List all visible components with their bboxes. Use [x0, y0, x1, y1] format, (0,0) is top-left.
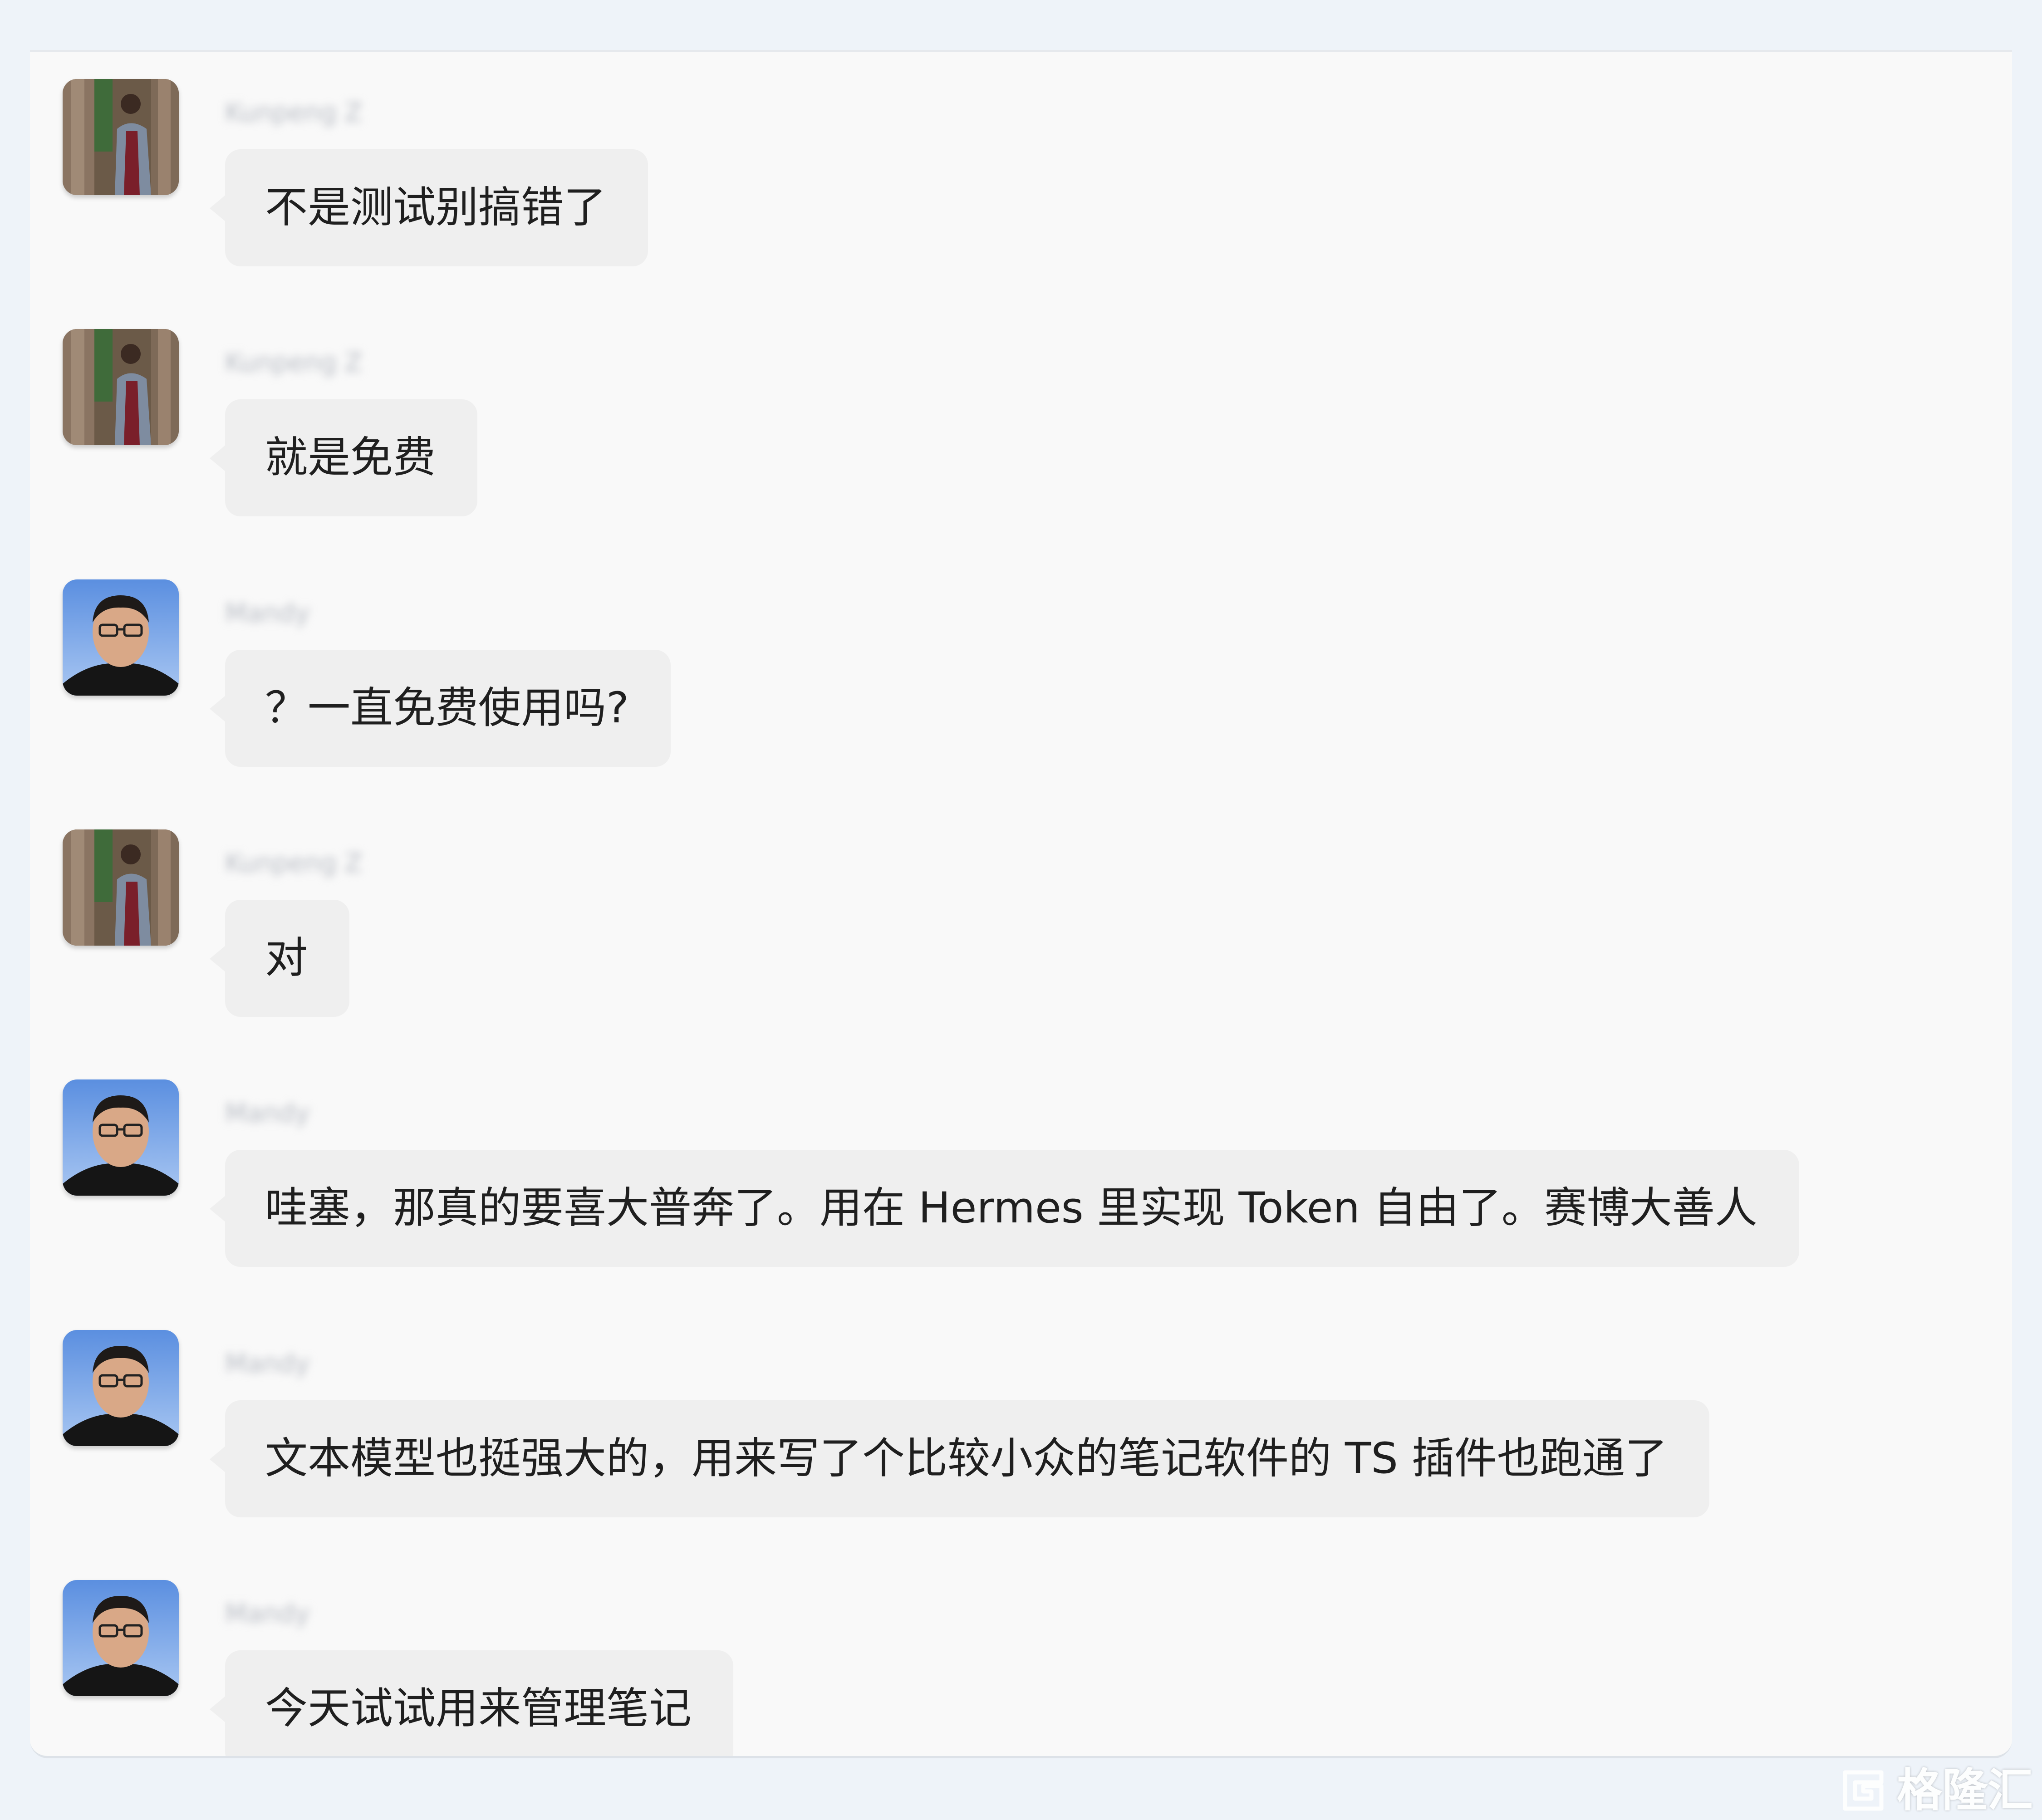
message-bubble[interactable]: ？一直免费使用吗?	[210, 650, 671, 767]
message-bubble[interactable]: 对	[209, 900, 350, 1017]
sender-name: Kunpeng Z	[225, 348, 363, 378]
avatar[interactable]	[63, 1330, 179, 1446]
sender-name: Mandy	[225, 598, 310, 628]
message-item: Kunpeng Z 就是免费	[30, 293, 2012, 516]
message-item: Mandy 哇塞，那真的要喜大普奔了。用在 Hermes 里实现 Token 自…	[30, 1043, 2012, 1267]
message-bubble[interactable]: 哇塞，那真的要喜大普奔了。用在 Hermes 里实现 Token 自由了。赛博大…	[210, 1150, 1799, 1267]
message-item: Kunpeng Z 不是测试别搞错了	[30, 52, 2012, 266]
man-portrait-icon	[63, 1079, 179, 1196]
avatar[interactable]	[63, 79, 179, 195]
message-bubble[interactable]: 今天试试用来管理笔记	[209, 1650, 734, 1756]
avatar[interactable]	[63, 829, 179, 946]
man-portrait-icon	[63, 579, 179, 696]
avatar[interactable]	[63, 1580, 179, 1696]
avatar[interactable]	[63, 329, 179, 445]
sender-name: Kunpeng Z	[225, 849, 363, 878]
man-with-glasses-portrait-icon	[63, 829, 179, 946]
message-item: Mandy 今天试试用来管理笔记	[30, 1544, 2012, 1756]
gelonghui-logo-icon	[1843, 1770, 1884, 1811]
watermark: 格隆汇	[1836, 1761, 2033, 1820]
sender-name: Mandy	[225, 1599, 310, 1629]
sender-name: Kunpeng Z	[225, 98, 363, 128]
message-item: Mandy ？一直免费使用吗?	[30, 543, 2012, 767]
man-with-glasses-portrait-icon	[63, 329, 179, 445]
sender-name: Mandy	[225, 1349, 310, 1378]
man-portrait-icon	[63, 1580, 179, 1696]
man-with-glasses-portrait-icon	[63, 79, 179, 195]
message-bubble[interactable]: 文本模型也挺强大的，用来写了个比较小众的笔记软件的 TS 插件也跑通了	[210, 1400, 1709, 1517]
watermark-text: 格隆汇	[1897, 1764, 2033, 1817]
message-item: Kunpeng Z 对	[30, 793, 2012, 1017]
message-bubble[interactable]: 就是免费	[209, 399, 478, 516]
message-item: Mandy 文本模型也挺强大的，用来写了个比较小众的笔记软件的 TS 插件也跑通…	[30, 1294, 2012, 1517]
chat-window: Kunpeng Z 不是测试别搞错了 Kunpeng Z 就是免费 Mandy …	[30, 50, 2012, 1758]
message-bubble[interactable]: 不是测试别搞错了	[209, 149, 648, 266]
sender-name: Mandy	[225, 1099, 310, 1128]
avatar[interactable]	[63, 579, 179, 696]
man-portrait-icon	[63, 1330, 179, 1446]
avatar[interactable]	[63, 1079, 179, 1196]
